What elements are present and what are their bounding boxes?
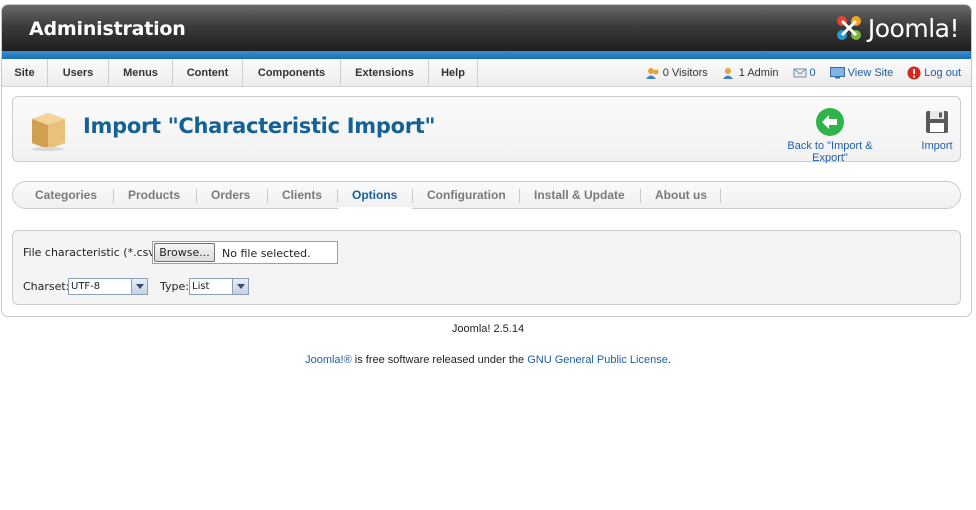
menu-help[interactable]: Help: [429, 59, 478, 87]
visitors-status: 0 Visitors: [645, 67, 708, 80]
save-disk-icon: [926, 111, 948, 133]
chevron-down-icon: [131, 279, 147, 294]
import-button[interactable]: Import: [918, 107, 956, 152]
subnav-install-update[interactable]: Install & Update: [534, 182, 625, 210]
type-label: Type:: [160, 280, 189, 293]
header-title: Administration: [29, 18, 186, 40]
menu-components[interactable]: Components: [243, 59, 341, 87]
file-status-text: No file selected.: [222, 247, 311, 260]
file-label: File characteristic (*.csv):: [23, 246, 163, 259]
joomla-link[interactable]: Joomla!®: [305, 354, 352, 366]
import-form: File characteristic (*.csv): Browse... N…: [12, 230, 961, 305]
admins-status: 1 Admin: [722, 67, 779, 80]
menu-extensions[interactable]: Extensions: [341, 59, 429, 87]
chevron-down-icon: [232, 279, 248, 294]
header-bar: Administration Joomla!: [2, 5, 971, 51]
monitor-icon: [829, 67, 845, 79]
users-icon: [645, 67, 659, 79]
active-tab-highlight: [338, 207, 412, 209]
joomla-logo: Joomla!: [834, 12, 960, 44]
menu-site[interactable]: Site: [2, 59, 48, 87]
subnav-separator: [720, 189, 721, 203]
subnav-separator: [412, 189, 413, 203]
menu-content[interactable]: Content: [173, 59, 243, 87]
gpl-link[interactable]: GNU General Public License: [527, 354, 668, 366]
status-area: 0 Visitors 1 Admin 0 View Site Log out: [632, 59, 961, 87]
back-arrow-icon: [816, 108, 844, 136]
license-text: Joomla!® is free software released under…: [305, 354, 671, 366]
subnav-categories[interactable]: Categories: [35, 182, 97, 210]
subnav-configuration[interactable]: Configuration: [427, 182, 506, 210]
subnav-products[interactable]: Products: [128, 182, 180, 210]
menu-menus[interactable]: Menus: [109, 59, 173, 87]
subnav-separator: [519, 189, 520, 203]
subnav-separator: [113, 189, 114, 203]
subnav-options[interactable]: Options: [352, 182, 397, 210]
back-to-import-export-button[interactable]: Back to "Import & Export": [769, 107, 891, 164]
subnav-separator: [337, 189, 338, 203]
version-text: Joomla! 2.5.14: [451, 323, 525, 335]
subnav-clients[interactable]: Clients: [282, 182, 322, 210]
header-blue-band: [2, 51, 971, 59]
subnav-separator: [196, 189, 197, 203]
subnav-separator: [640, 189, 641, 203]
charset-select[interactable]: UTF-8: [68, 278, 148, 295]
messages-icon: [793, 68, 807, 78]
main-menubar: Site Users Menus Content Components Exte…: [2, 59, 971, 87]
browse-button[interactable]: Browse...: [154, 243, 215, 262]
toolbar-box: Import "Characteristic Import" Back to "…: [12, 96, 961, 164]
admin-frame: Administration Joomla! Site Users Menus …: [1, 4, 972, 317]
type-select[interactable]: List: [189, 278, 249, 295]
joomla-logo-icon: [836, 16, 861, 40]
subnav-about-us[interactable]: About us: [655, 182, 707, 210]
logout-icon: [907, 66, 921, 80]
joomla-logo-text: Joomla!: [867, 13, 960, 43]
subnav-orders[interactable]: Orders: [211, 182, 250, 210]
charset-label: Charset:: [23, 280, 70, 293]
admin-user-icon: [722, 67, 733, 79]
messages-status[interactable]: 0: [793, 67, 816, 79]
page-title: Import "Characteristic Import": [83, 114, 436, 138]
logout-link[interactable]: Log out: [907, 66, 961, 80]
menu-users[interactable]: Users: [48, 59, 109, 87]
view-site-link[interactable]: View Site: [829, 67, 893, 79]
subnav-separator: [267, 189, 268, 203]
component-subnav: Categories Products Orders Clients Optio…: [12, 181, 961, 209]
package-box-icon: [32, 113, 65, 151]
file-input[interactable]: Browse... No file selected.: [152, 241, 338, 264]
